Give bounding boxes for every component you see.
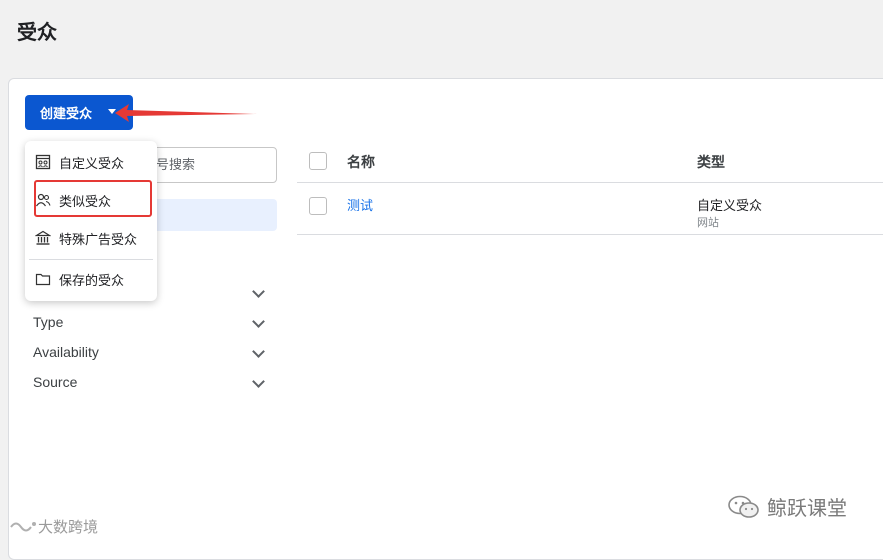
filter-type[interactable]: Type	[33, 314, 273, 334]
menu-item-label: 保存的受众	[59, 272, 125, 288]
folder-icon	[35, 273, 51, 286]
custom-audience-icon	[35, 154, 51, 170]
column-header-type[interactable]: 类型	[697, 152, 725, 172]
select-all-checkbox[interactable]	[309, 152, 327, 170]
table-header: 名称 类型	[297, 140, 883, 183]
filter-source-label: Source	[33, 374, 78, 390]
chevron-down-icon	[252, 345, 265, 358]
menu-item-custom-audience[interactable]: 自定义受众	[35, 152, 124, 172]
create-audience-label: 创建受众	[40, 106, 93, 121]
menu-item-label: 特殊广告受众	[59, 231, 138, 247]
page-title: 受众	[17, 22, 57, 44]
annotation-arrow	[115, 104, 257, 122]
table-row: 测试 自定义受众 网站	[297, 183, 883, 235]
bank-icon	[35, 230, 51, 245]
chevron-down-icon	[252, 375, 265, 388]
audience-subtype: 网站	[697, 217, 719, 229]
create-audience-dropdown: 自定义受众 类似受众 特殊广告受众 保存的受众	[25, 141, 157, 301]
menu-item-saved-audience[interactable]: 保存的受众	[35, 269, 124, 289]
menu-item-special-ad-audience[interactable]: 特殊广告受众	[35, 228, 137, 248]
watermark-left-text: 大数跨境	[38, 519, 99, 536]
watermark-right: 鲸跃课堂	[727, 492, 847, 521]
watermark-left: 大数跨境	[8, 516, 98, 537]
column-header-name[interactable]: 名称	[347, 152, 375, 172]
chevron-down-icon	[252, 285, 265, 298]
audience-name-link[interactable]: 测试	[347, 195, 373, 214]
audience-type: 自定义受众	[697, 198, 763, 213]
menu-item-label: 自定义受众	[59, 155, 125, 171]
watermark-right-text: 鲸跃课堂	[767, 498, 847, 520]
filter-source[interactable]: Source	[33, 374, 273, 394]
logo-icon	[10, 521, 36, 531]
highlight-box	[34, 180, 152, 217]
menu-divider	[29, 259, 153, 260]
filter-availability-label: Availability	[33, 344, 99, 360]
filter-type-label: Type	[33, 314, 64, 330]
chevron-down-icon	[252, 315, 265, 328]
wechat-icon	[728, 495, 759, 518]
search-placeholder: 号搜索	[156, 157, 196, 172]
filter-availability[interactable]: Availability	[33, 344, 273, 364]
row-checkbox[interactable]	[309, 197, 327, 215]
